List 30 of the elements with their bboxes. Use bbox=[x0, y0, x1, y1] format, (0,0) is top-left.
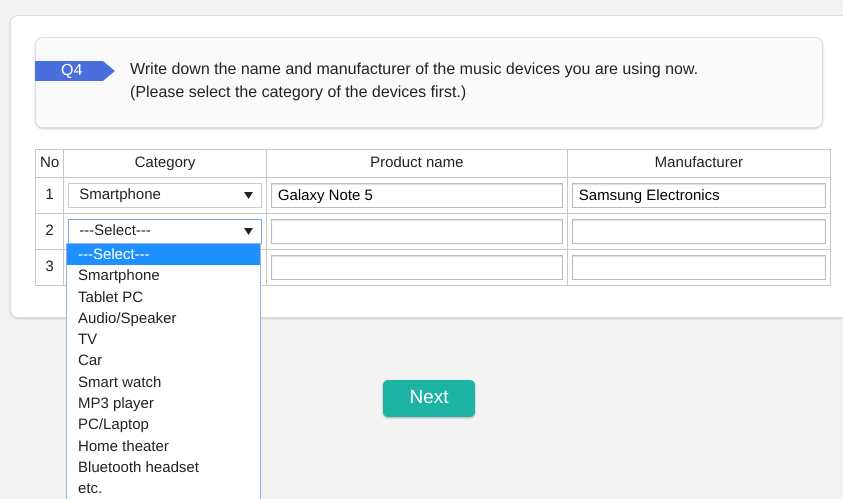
dropdown-option[interactable]: Home theater bbox=[67, 436, 260, 457]
dropdown-option[interactable]: Audio/Speaker bbox=[67, 308, 260, 330]
column-header: Manufacturer bbox=[567, 150, 830, 177]
row-number: 2 bbox=[36, 213, 64, 249]
category-select[interactable]: Smartphone bbox=[68, 182, 262, 208]
row-number: 3 bbox=[36, 249, 64, 285]
dropdown-option[interactable]: Tablet PC bbox=[67, 286, 260, 308]
dropdown-option[interactable]: PC/Laptop bbox=[67, 414, 260, 436]
question-number-tag: Q4 bbox=[35, 61, 115, 81]
category-select[interactable]: ---Select--- bbox=[68, 218, 262, 244]
dropdown-option[interactable]: TV bbox=[67, 329, 260, 350]
question-text: (Please select the category of the devices first.) bbox=[130, 83, 468, 103]
dropdown-option[interactable]: MP3 player bbox=[67, 393, 260, 414]
manufacturer-field[interactable] bbox=[572, 254, 826, 280]
product-field[interactable]: Galaxy Note 5 bbox=[270, 182, 563, 208]
row-number: 1 bbox=[36, 177, 64, 213]
question-text: Write down the name and manufacturer of the music devices you are using now. bbox=[130, 60, 698, 80]
caret-icon bbox=[244, 228, 253, 234]
dropdown-option[interactable]: Bluetooth headset bbox=[67, 456, 260, 478]
dropdown-option[interactable]: Car bbox=[67, 350, 260, 372]
column-header: No bbox=[36, 150, 64, 177]
manufacturer-field[interactable] bbox=[572, 218, 826, 244]
product-field[interactable] bbox=[270, 218, 563, 244]
dropdown-option[interactable]: etc. bbox=[67, 478, 260, 499]
manufacturer-field[interactable]: Samsung Electronics bbox=[572, 182, 826, 208]
product-field[interactable] bbox=[270, 254, 563, 280]
caret-icon bbox=[244, 192, 253, 198]
column-header: Product name bbox=[266, 150, 568, 177]
column-header: Category bbox=[64, 150, 266, 177]
dropdown-option[interactable]: Smart watch bbox=[67, 372, 260, 394]
